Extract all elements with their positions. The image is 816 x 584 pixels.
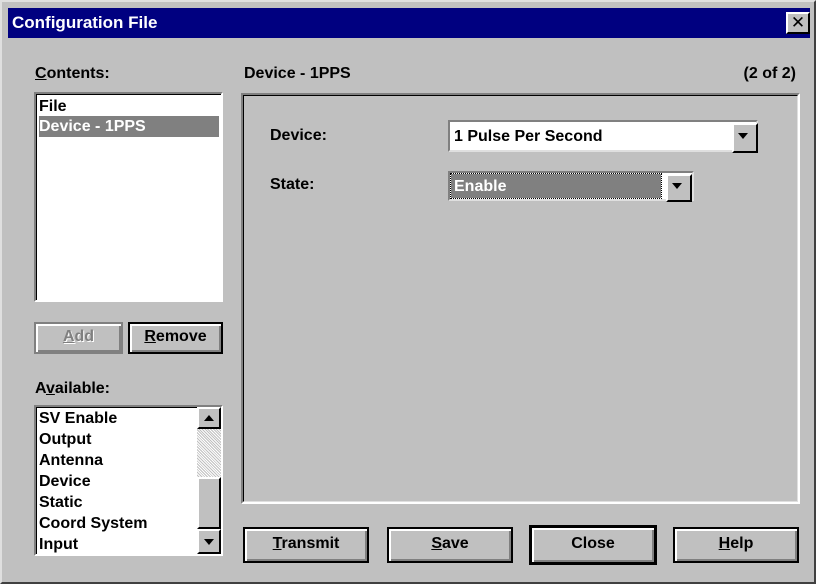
arrow-down-icon	[204, 539, 214, 545]
device-dropdown[interactable]: 1 Pulse Per Second	[448, 120, 758, 153]
add-button[interactable]: Add	[34, 322, 123, 354]
arrow-up-icon	[204, 415, 214, 421]
available-item[interactable]: Input	[39, 534, 78, 554]
close-window-button[interactable]: ✕	[786, 12, 810, 34]
chevron-down-icon	[672, 183, 682, 189]
contents-item-file[interactable]: File	[39, 96, 219, 117]
close-icon: ✕	[790, 13, 806, 32]
available-scrollbar[interactable]	[197, 407, 221, 554]
scroll-up-button[interactable]	[197, 407, 221, 429]
panel-heading: Device - 1PPS	[244, 65, 351, 82]
device-label: Device:	[270, 127, 327, 144]
remove-button[interactable]: Remove	[128, 322, 223, 354]
scroll-thumb[interactable]	[197, 477, 221, 529]
chevron-down-icon	[738, 133, 748, 139]
available-item[interactable]: Output	[39, 429, 91, 450]
available-item[interactable]: Coord System	[39, 513, 147, 534]
scroll-track[interactable]	[197, 429, 221, 477]
panel-counter: (2 of 2)	[743, 65, 796, 82]
settings-panel	[241, 93, 800, 504]
device-dropdown-value: 1 Pulse Per Second	[454, 128, 603, 145]
state-dropdown-value: Enable	[454, 178, 507, 195]
available-list[interactable]: SV Enable Output Antenna Device Static C…	[34, 405, 223, 556]
save-button[interactable]: Save	[387, 527, 513, 563]
window-title: Configuration File	[12, 13, 158, 32]
contents-label: Contents:	[35, 65, 110, 82]
device-dropdown-button[interactable]	[732, 123, 758, 153]
available-item[interactable]: Device	[39, 471, 91, 492]
contents-item-device-1pps[interactable]: Device - 1PPS	[39, 116, 219, 137]
help-button[interactable]: Help	[673, 527, 799, 563]
transmit-button[interactable]: Transmit	[243, 527, 369, 563]
scroll-down-button[interactable]	[197, 529, 221, 554]
available-label: Available:	[35, 380, 111, 397]
available-item[interactable]: Antenna	[39, 450, 103, 471]
state-label: State:	[270, 176, 315, 193]
available-item[interactable]: SV Enable	[39, 408, 117, 429]
contents-list[interactable]: File Device - 1PPS	[34, 92, 223, 302]
state-dropdown-button[interactable]	[666, 174, 692, 202]
available-item[interactable]: Static	[39, 492, 83, 513]
state-dropdown[interactable]: Enable	[448, 171, 694, 202]
close-button[interactable]: Close	[529, 525, 657, 565]
